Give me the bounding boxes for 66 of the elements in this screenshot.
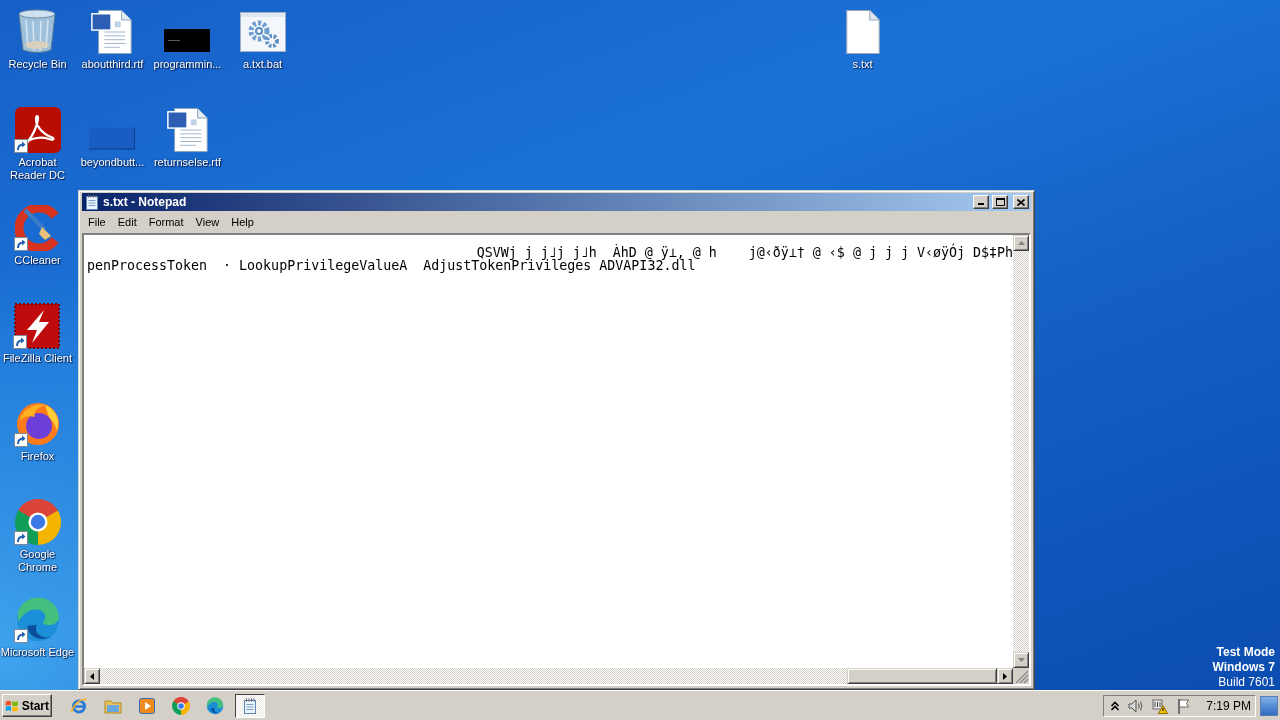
notepad-icon bbox=[242, 697, 258, 714]
vertical-scrollbar[interactable] bbox=[1013, 235, 1029, 668]
play-icon[interactable] bbox=[138, 696, 156, 715]
desktop-shortcut[interactable]: Acrobat Reader DC bbox=[0, 106, 75, 182]
desktop-shortcut[interactable]: Google Chrome bbox=[0, 498, 75, 574]
desktop-shortcut[interactable]: aboutthird.rtf bbox=[81, 8, 144, 71]
desktop-shortcut[interactable]: Recycle Bin bbox=[8, 8, 67, 71]
clock[interactable]: 7:19 PM bbox=[1206, 698, 1251, 713]
wave-logo-icon[interactable] bbox=[206, 696, 224, 715]
scroll-left-button[interactable] bbox=[84, 668, 100, 684]
right-triangle-icon bbox=[1003, 672, 1007, 680]
left-triangle-icon bbox=[90, 672, 94, 680]
thumbnail-icon bbox=[89, 127, 136, 150]
fox-globe-icon bbox=[14, 401, 61, 447]
desktop-shortcut[interactable]: Microsoft Edge bbox=[0, 596, 75, 659]
system-info-text: Build 7601 bbox=[1218, 675, 1275, 690]
ring-logo-icon[interactable] bbox=[172, 696, 190, 715]
e-logo-icon[interactable] bbox=[70, 696, 88, 715]
ring-logo-icon bbox=[14, 499, 61, 545]
menu-item[interactable]: File bbox=[82, 213, 112, 230]
desktop-shortcut[interactable]: FileZilla Client bbox=[2, 302, 73, 365]
desktop-shortcut[interactable]: a.txt.bat bbox=[238, 8, 287, 71]
minimize-icon bbox=[978, 203, 984, 205]
taskbar-button[interactable] bbox=[235, 693, 265, 718]
scroll-up-button[interactable] bbox=[1013, 235, 1029, 251]
text-editor-field[interactable]: QSVWj j j˩j j˩h ÀhD @ ÿ⊥, @ h j@‹ðÿ⊥† @ ‹$ @ j j j V‹øÿÓj D$‡Ph penProcessToken · LookupPrivilegeValueA AdjustTokenPrivileges ADVAPI32.dll bbox=[84, 235, 1013, 668]
minimize-button[interactable] bbox=[973, 195, 989, 209]
scrollbar-thumb[interactable] bbox=[847, 668, 997, 684]
system-info-text: Test Mode bbox=[1216, 645, 1275, 660]
desktop-shortcut[interactable]: programmin... bbox=[153, 8, 222, 71]
start-button[interactable]: Start bbox=[2, 694, 52, 717]
scroll-down-button[interactable] bbox=[1013, 652, 1029, 668]
desktop-shortcut[interactable]: CCleaner bbox=[13, 204, 62, 267]
menu-item[interactable]: Help bbox=[225, 213, 260, 230]
desktop-shortcut[interactable]: beyondbutt... bbox=[80, 106, 145, 169]
text-line: penProcessToken · LookupPrivilegeValueA AdjustTokenPrivileges ADVAPI32.dll bbox=[87, 259, 696, 272]
system-info-text: Windows 7 bbox=[1212, 660, 1275, 675]
desktop-shortcut[interactable]: s.txt bbox=[838, 8, 887, 71]
chevron-up-icon[interactable] bbox=[1110, 700, 1121, 711]
network-warning-icon[interactable] bbox=[1152, 697, 1169, 714]
bolt-tile-icon bbox=[14, 303, 61, 349]
show-desktop-button[interactable] bbox=[1260, 695, 1278, 716]
resize-grip-icon bbox=[1016, 671, 1028, 683]
up-triangle-icon bbox=[1017, 241, 1025, 245]
down-triangle-icon bbox=[1017, 658, 1025, 662]
menu-item[interactable]: Format bbox=[142, 213, 190, 230]
horizontal-scrollbar[interactable] bbox=[84, 668, 1013, 684]
scroll-right-button[interactable] bbox=[997, 668, 1013, 684]
maximize-icon bbox=[995, 198, 1005, 206]
notepad-icon bbox=[84, 194, 100, 210]
wave-logo-icon bbox=[14, 597, 61, 643]
desktop-shortcut[interactable]: returnselse.rtf bbox=[153, 106, 222, 169]
start-logo-icon bbox=[5, 698, 19, 713]
gears-icon bbox=[239, 9, 286, 55]
speaker-icon[interactable] bbox=[1128, 697, 1145, 714]
menu-item[interactable]: View bbox=[189, 213, 226, 230]
document-icon bbox=[164, 107, 211, 153]
thumbnail-icon bbox=[164, 29, 211, 52]
desktop-shortcut[interactable]: Firefox bbox=[13, 400, 62, 463]
swirl-tile-icon bbox=[14, 107, 61, 153]
window-title: s.txt - Notepad bbox=[103, 195, 187, 209]
menu-item[interactable]: Edit bbox=[111, 213, 143, 230]
c-brush-icon bbox=[14, 205, 61, 251]
close-button[interactable] bbox=[1013, 195, 1029, 209]
close-icon bbox=[1017, 198, 1025, 206]
maximize-button[interactable] bbox=[992, 195, 1008, 209]
